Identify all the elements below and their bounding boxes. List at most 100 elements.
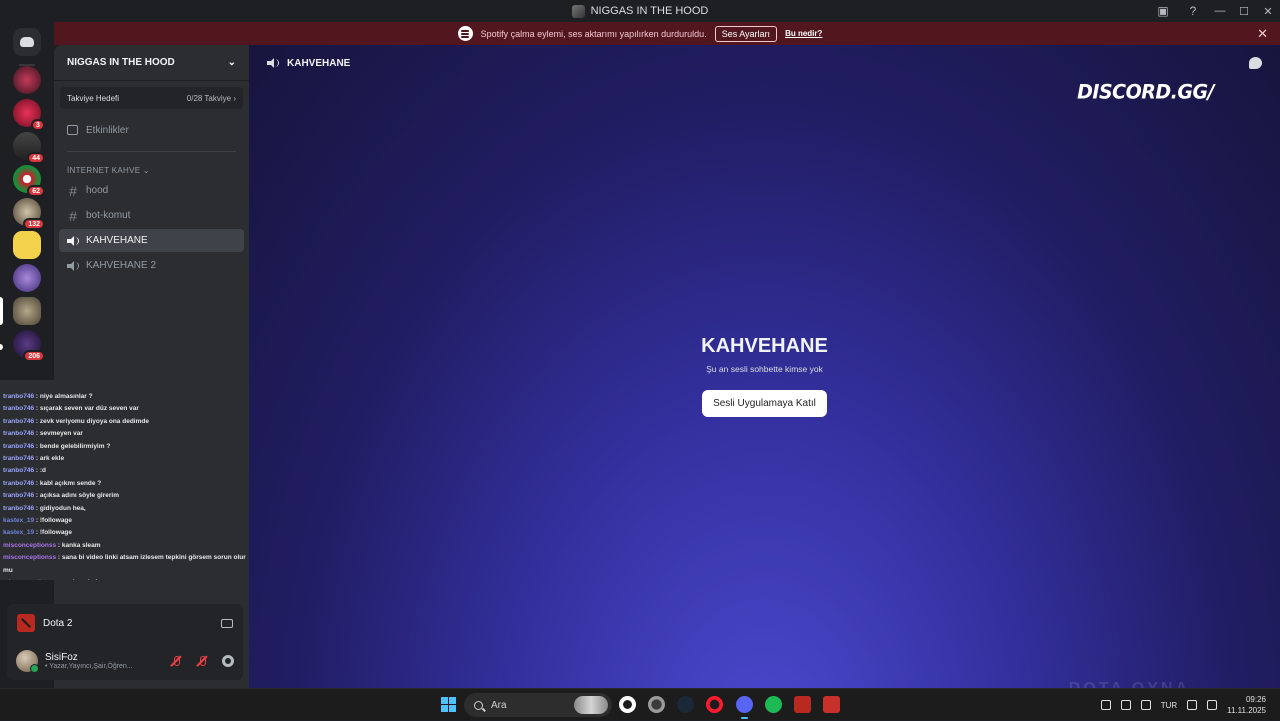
chat-message: tranbo746 : kabl açıkmı sende ? [3, 478, 252, 490]
search-icon [474, 700, 483, 710]
background-overlay-text: DOTA OYNA [1069, 680, 1190, 688]
voice-channel-view: KAHVEHANE DISCORD.GG/ KAHVEHANE Şu an se… [249, 45, 1280, 688]
minimize-button[interactable]: — [1208, 0, 1232, 22]
channel-bot-komut[interactable]: # bot-komut [59, 204, 244, 227]
channel-header: KAHVEHANE [249, 45, 1280, 81]
sync-icon[interactable] [1100, 700, 1111, 710]
chat-text: : bende gelebilirmiyim ? [35, 442, 111, 450]
chat-text: : :d [35, 467, 46, 475]
join-voice-button[interactable]: Sesli Uygulamaya Katıl [702, 390, 827, 417]
user-controls [170, 655, 234, 667]
channel-kahvehane[interactable]: KAHVEHANE [59, 229, 244, 252]
user-info[interactable]: SisiFoz • Yazar,Yayıncı,Şair,Öğren... [45, 652, 133, 670]
server-header[interactable]: NIGGAS IN THE HOOD ⌄ [54, 45, 249, 81]
spotify-notice-banner: Spotify çalma eylemi, ses aktarımı yapıl… [0, 22, 1280, 45]
microphone-icon[interactable] [1140, 700, 1151, 710]
network-icon[interactable] [1187, 700, 1198, 710]
chat-message: tranbo746 : gidiyodun hea, [3, 503, 252, 515]
chat-message: kastex_19 : !followage [3, 515, 252, 527]
chat-message: tranbo746 : sıçarak seven var düz seven … [3, 403, 252, 415]
server-icon[interactable]: 44 [13, 132, 45, 164]
chat-username: misconceptionss [3, 579, 56, 580]
chat-username: tranbo746 [3, 492, 35, 500]
cloud-icon[interactable] [1120, 700, 1131, 710]
chrome-icon[interactable] [648, 696, 665, 713]
server-icon[interactable]: 62 [13, 165, 45, 197]
server-icon[interactable] [13, 264, 41, 292]
windows-start-icon[interactable] [441, 697, 456, 712]
chat-username: tranbo746 [3, 442, 35, 450]
channel-label: hood [86, 185, 109, 196]
chat-text: : gidiyodun hea, [35, 504, 86, 512]
close-button[interactable]: ✕ [1256, 0, 1280, 22]
stream-watermark: DISCORD.GG/ [1077, 80, 1214, 104]
user-status: • Yazar,Yayıncı,Şair,Öğren... [45, 663, 133, 670]
volume-icon[interactable] [1207, 700, 1218, 710]
microphone-muted-icon[interactable] [170, 655, 182, 667]
channel-title: KAHVEHANE [287, 57, 351, 69]
language-indicator[interactable]: TUR [1161, 701, 1177, 710]
chat-text: : !followage [35, 517, 73, 525]
chat-text: : !followage [35, 529, 73, 537]
maximize-button[interactable]: ☐ [1232, 0, 1256, 22]
gear-icon[interactable] [222, 655, 234, 667]
discord-icon[interactable] [736, 696, 753, 719]
server-icon[interactable]: 132 [13, 198, 45, 230]
empty-title: KAHVEHANE [701, 335, 828, 357]
chat-bubble-icon[interactable] [1249, 57, 1262, 69]
empty-subtitle: Şu an sesli sohbette kimse yok [706, 364, 823, 374]
app-icon[interactable] [823, 696, 840, 713]
clock[interactable]: 09:26 11.11.2025 [1227, 694, 1266, 716]
opera-icon[interactable] [706, 696, 723, 713]
chat-username: tranbo746 [3, 417, 35, 425]
server-icon[interactable] [13, 231, 41, 259]
inbox-icon[interactable]: ▣ [1148, 0, 1178, 22]
chat-username: tranbo746 [3, 504, 35, 512]
channel-category[interactable]: İNTERNET KAHVE ⌄ [67, 166, 236, 175]
chat-message: kastex_19 : !followage [3, 527, 252, 539]
unread-badge: 132 [23, 218, 45, 230]
server-icon[interactable] [13, 297, 41, 325]
chat-text: : sesin gelmiyor [58, 579, 108, 580]
events-item[interactable]: Etkinlikler [60, 119, 243, 141]
chat-text: : sıçarak seven var düz seven var [35, 405, 139, 413]
channel-hood[interactable]: # hood [59, 179, 244, 202]
discord-home-icon[interactable] [13, 28, 41, 56]
chat-message: tranbo746 : açıksa adını söyle girerim [3, 490, 252, 502]
screen-share-icon[interactable] [221, 618, 233, 628]
server-icon[interactable]: 3 [13, 99, 45, 131]
activity-panel[interactable]: Dota 2 [7, 604, 243, 642]
channel-label: KAHVEHANE [86, 235, 148, 246]
username: SisiFoz [45, 652, 78, 663]
spotify-icon[interactable] [765, 696, 782, 713]
chat-message: tranbo746 : sevmeyen var [3, 428, 252, 440]
chat-text: : ark ekle [35, 455, 65, 463]
speaker-icon [267, 58, 279, 68]
obs-icon[interactable] [619, 696, 636, 713]
what-is-this-link[interactable]: Bu nedir? [785, 29, 822, 38]
chat-message: misconceptionss : sesin gelmiyor [3, 577, 252, 580]
unread-badge: 206 [23, 350, 45, 362]
chat-text: : niye almasınlar ? [35, 393, 93, 400]
headphones-deafened-icon[interactable] [196, 655, 208, 667]
server-icon[interactable] [13, 66, 41, 94]
unread-indicator [0, 344, 3, 350]
server-icon[interactable]: 206 [13, 330, 45, 362]
voice-settings-button[interactable]: Ses Ayarları [714, 25, 778, 42]
close-notice-icon[interactable]: ✕ [1257, 26, 1268, 42]
chat-text: : açıksa adını söyle girerim [35, 492, 119, 500]
help-icon[interactable]: ? [1178, 0, 1208, 22]
channel-kahvehane-2[interactable]: KAHVEHANE 2 [59, 254, 244, 277]
chat-message: tranbo746 : :d [3, 465, 252, 477]
steam-icon[interactable] [677, 696, 694, 713]
channel-label: KAHVEHANE 2 [86, 260, 157, 271]
chat-message: tranbo746 : zevk veriyomu diyoya ona ded… [3, 416, 252, 428]
taskbar-search[interactable]: Ara [464, 693, 612, 717]
window-titlebar: NIGGAS IN THE HOOD ▣ ? — ☐ ✕ [0, 0, 1280, 22]
dota-icon[interactable] [794, 696, 811, 713]
chat-overlay: tranbo746 : niye almasınlar ? tranbo746 :… [0, 380, 252, 580]
avatar[interactable] [16, 650, 39, 673]
chat-username: kastex_19 [3, 517, 35, 525]
boost-goal[interactable]: Takviye Hedefi 0/28 Takviye › [60, 87, 243, 109]
chat-username: kastex_19 [3, 529, 35, 537]
